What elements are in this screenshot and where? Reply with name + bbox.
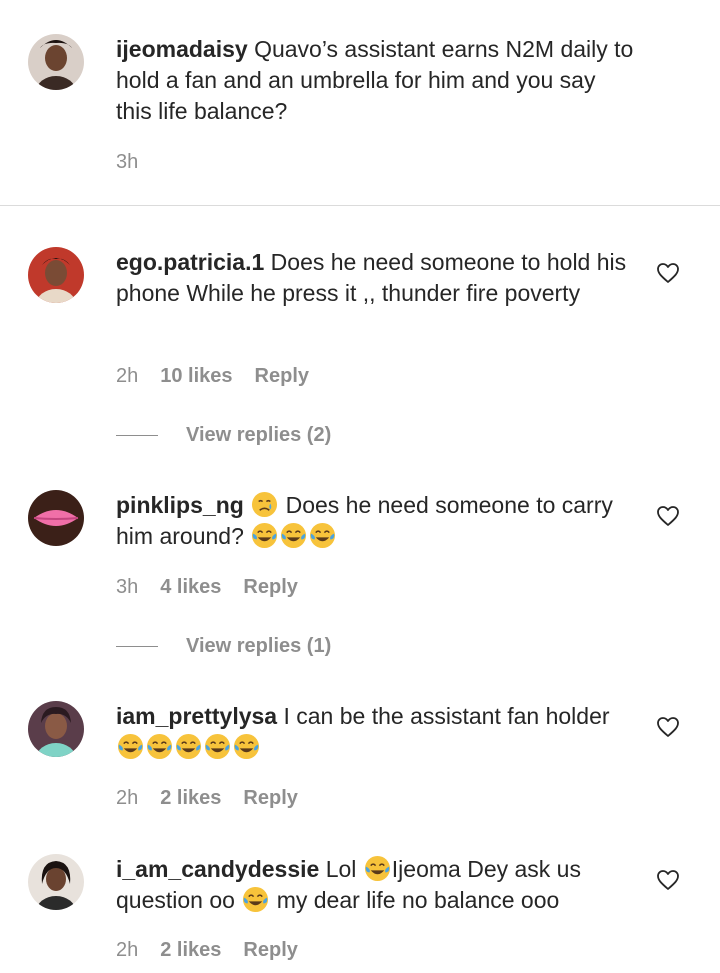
- username[interactable]: i_am_candydessie: [116, 856, 319, 882]
- view-replies-label: View replies (2): [186, 424, 332, 446]
- comment-body: my dear life no balance ooo: [276, 887, 560, 913]
- comment-meta: 3h 4 likes Reply: [116, 576, 298, 599]
- avatar[interactable]: [28, 854, 84, 910]
- heart-outline-icon[interactable]: [656, 869, 680, 891]
- reply-button[interactable]: Reply: [243, 939, 297, 962]
- face-with-tears-of-joy-emoji: [175, 733, 202, 760]
- face-with-tears-of-joy-emoji: [364, 855, 391, 882]
- timestamp: 2h: [116, 365, 139, 387]
- comment-body: Lol: [325, 856, 357, 882]
- reply-button[interactable]: Reply: [243, 576, 297, 599]
- likes-count[interactable]: 2 likes: [160, 787, 221, 810]
- view-replies-label: View replies (1): [186, 635, 332, 657]
- heart-outline-icon[interactable]: [656, 716, 680, 738]
- reply-button[interactable]: Reply: [255, 365, 309, 388]
- username[interactable]: iam_prettylysa: [116, 703, 277, 729]
- timestamp: 2h: [116, 787, 139, 809]
- comment-meta: 2h 10 likes Reply: [116, 365, 309, 388]
- timestamp: 2h: [116, 939, 139, 961]
- username[interactable]: ijeomadaisy: [116, 36, 248, 62]
- comment-meta: 2h 2 likes Reply: [116, 939, 298, 962]
- caption-meta: 3h: [116, 151, 138, 174]
- crying-face-emoji: [251, 491, 278, 518]
- face-with-tears-of-joy-emoji: [280, 522, 307, 549]
- avatar[interactable]: [28, 701, 84, 757]
- view-replies-button[interactable]: View replies (2): [116, 424, 331, 447]
- face-with-tears-of-joy-emoji: [233, 733, 260, 760]
- comment-meta: 2h 2 likes Reply: [116, 787, 298, 810]
- username[interactable]: ego.patricia.1: [116, 249, 264, 275]
- comment-text: ego.patricia.1 Does he need someone to h…: [116, 247, 636, 309]
- avatar[interactable]: [28, 34, 84, 90]
- comment-body: I can be the assistant fan holder: [283, 703, 610, 729]
- face-with-tears-of-joy-emoji: [309, 522, 336, 549]
- timestamp: 3h: [116, 151, 139, 173]
- face-with-tears-of-joy-emoji: [242, 886, 269, 913]
- comment-text: iam_prettylysa I can be the assistant fa…: [116, 701, 636, 763]
- avatar[interactable]: [28, 490, 84, 546]
- username[interactable]: pinklips_ng: [116, 492, 244, 518]
- replies-line: [116, 435, 158, 436]
- heart-outline-icon[interactable]: [656, 262, 680, 284]
- replies-line: [116, 646, 158, 647]
- likes-count[interactable]: 4 likes: [160, 576, 221, 599]
- timestamp: 3h: [116, 576, 139, 598]
- heart-outline-icon[interactable]: [656, 505, 680, 527]
- avatar[interactable]: [28, 247, 84, 303]
- reply-button[interactable]: Reply: [243, 787, 297, 810]
- face-with-tears-of-joy-emoji: [204, 733, 231, 760]
- likes-count[interactable]: 10 likes: [160, 365, 232, 388]
- face-with-tears-of-joy-emoji: [117, 733, 144, 760]
- caption-text: ijeomadaisy Quavo’s assistant earns N2M …: [116, 34, 636, 127]
- likes-count[interactable]: 2 likes: [160, 939, 221, 962]
- comment-text: pinklips_ng Does he need someone to carr…: [116, 490, 636, 552]
- view-replies-button[interactable]: View replies (1): [116, 635, 331, 658]
- face-with-tears-of-joy-emoji: [146, 733, 173, 760]
- comment-text: i_am_candydessie Lol Ijeoma Dey ask us q…: [116, 854, 636, 916]
- divider: [0, 205, 720, 206]
- face-with-tears-of-joy-emoji: [251, 522, 278, 549]
